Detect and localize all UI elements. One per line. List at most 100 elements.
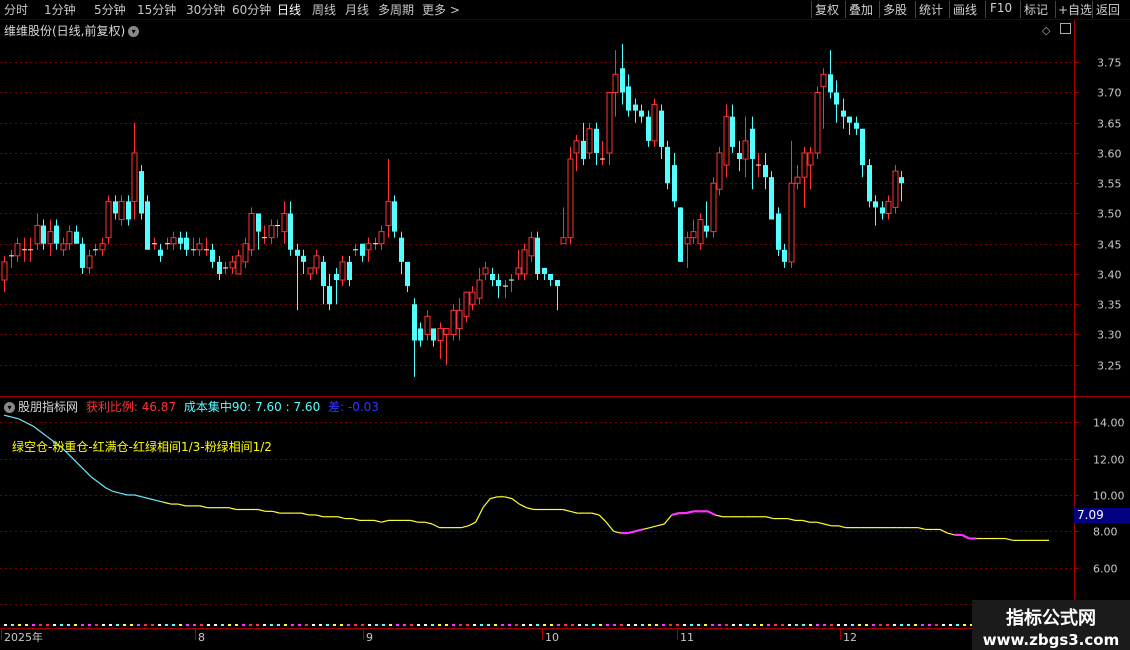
candle-body-down <box>854 122 859 129</box>
indicator-strip-mark <box>907 624 910 626</box>
candle-body-up <box>1 261 8 281</box>
candle-body-down <box>288 213 293 250</box>
indicator-line-segment <box>591 512 600 516</box>
price-tick-label: 3.25 <box>1097 360 1122 373</box>
candle-body-down <box>327 286 332 305</box>
chevron-down-icon[interactable]: ▾ <box>128 26 140 37</box>
indicator-strip-mark <box>452 624 455 626</box>
time-axis-label: 10 <box>545 631 559 644</box>
indicator-strip-mark <box>774 624 777 626</box>
candle-body-up <box>820 73 827 87</box>
indicator-strip-mark <box>613 624 616 626</box>
candle-body-down <box>672 165 677 202</box>
candle-body-up <box>560 237 567 245</box>
candle-body-down <box>594 128 599 153</box>
indicator-line-segment <box>373 519 382 523</box>
indicator-strip-mark <box>851 624 854 626</box>
indicator-strip-mark <box>627 624 630 626</box>
candle-body-up <box>34 225 41 245</box>
candle-body-up <box>586 128 593 154</box>
candle-body-up <box>469 291 476 305</box>
indicator-strip-mark <box>88 624 91 626</box>
indicator-line-segment <box>83 469 92 478</box>
indicator-tick-label: 8.00 <box>1093 526 1118 539</box>
indicator-line-segment <box>352 517 360 521</box>
candle-body-down <box>737 152 742 160</box>
indicator-strip-mark <box>480 624 483 626</box>
chevron-down-icon[interactable]: ▾ <box>4 402 15 413</box>
cost-concentration-label: 成本集中90: <box>183 400 252 414</box>
candle-body-down <box>548 273 553 281</box>
time-axis-label: 9 <box>366 631 373 644</box>
price-tick-label: 3.75 <box>1097 57 1122 70</box>
candle-body-down <box>347 261 352 281</box>
candle-body-down <box>834 92 839 105</box>
candle-body-up <box>118 200 125 221</box>
indicator-strip-mark <box>802 624 805 626</box>
chart-title-bar: 维维股份(日线,前复权) ▾ <box>4 22 140 39</box>
cost-concentration-value: 7.60 <box>255 400 282 414</box>
candle-body-up <box>606 91 613 154</box>
candle-body-down <box>145 201 150 250</box>
indicator-strip-mark <box>242 624 245 626</box>
indicator-line-segment <box>598 514 607 523</box>
candle-body-up <box>476 279 483 299</box>
indicator-line-segment <box>119 492 128 496</box>
candle-body-down <box>626 86 631 111</box>
indicator-line-segment <box>68 454 77 463</box>
candle-body-down <box>646 116 651 141</box>
indicator-strip-mark <box>683 624 686 626</box>
panel-toggle-icon[interactable] <box>1059 23 1071 34</box>
chart-canvas[interactable]: 3.75 3.70 3.65 3.60 3.55 3.50 3.45 3.40 3.35 3.30… <box>0 0 1130 650</box>
indicator-strip-mark <box>207 624 210 626</box>
indicator-line-segment <box>301 512 309 516</box>
indicator-strip-mark <box>382 624 385 626</box>
indicator-strip-mark <box>718 624 721 626</box>
indicator-strip-mark <box>333 624 336 626</box>
indicator-strip-mark <box>172 624 175 626</box>
indicator-strip-mark <box>536 624 539 626</box>
candle-body-down <box>665 146 670 184</box>
candle-body-down <box>405 261 410 287</box>
indicator-tick-label: 10.00 <box>1093 490 1125 503</box>
candle-body-up <box>651 104 658 142</box>
candle-body-down <box>139 171 144 214</box>
indicator-strip-mark <box>704 624 707 626</box>
candle-body-up <box>105 200 112 239</box>
indicator-strip-mark <box>389 624 392 626</box>
candle-body-down <box>555 280 560 287</box>
diamond-icon[interactable]: ◇ <box>1042 24 1050 37</box>
time-axis-label: 8 <box>198 631 205 644</box>
indicator-line-segment <box>461 525 469 529</box>
indicator-strip-mark <box>662 624 665 626</box>
candle-body-down <box>431 328 436 341</box>
indicator-strip-mark <box>921 624 924 626</box>
indicator-strip-mark <box>592 624 595 626</box>
indicator-strip-mark <box>81 624 84 626</box>
indicator-strip-mark <box>872 624 875 626</box>
candle-body-down <box>769 177 774 220</box>
indicator-strip-mark <box>403 624 406 626</box>
candle-body-down <box>490 273 495 281</box>
indicator-strip-mark <box>431 624 434 626</box>
indicator-line-segment <box>178 503 186 507</box>
indicator-strip-mark <box>935 624 938 626</box>
indicator-line-segment <box>141 496 150 500</box>
indicator-strip-mark <box>368 624 371 626</box>
value-separator: : <box>285 400 290 414</box>
candle-body-down <box>399 237 404 262</box>
indicator-strip-mark <box>67 624 70 626</box>
candle-body-down <box>80 243 85 268</box>
logo-title: 指标公式网 <box>1006 608 1096 629</box>
indicator-strip-mark <box>949 624 952 626</box>
indicator-line-segment <box>685 510 694 515</box>
indicator-legend-note: 绿空仓-粉重仓-红满仓-红绿相间1/3-粉绿相间1/2 <box>12 440 272 454</box>
indicator-strip-mark <box>571 624 574 626</box>
candle-body-up <box>14 243 21 257</box>
indicator-strip-mark <box>270 624 273 626</box>
candle-body-down <box>178 237 183 244</box>
candle-body-up <box>339 261 346 281</box>
indicator-strip-mark <box>760 624 763 626</box>
indicator-strip-mark <box>375 624 378 626</box>
indicator-strip-mark <box>648 624 651 626</box>
